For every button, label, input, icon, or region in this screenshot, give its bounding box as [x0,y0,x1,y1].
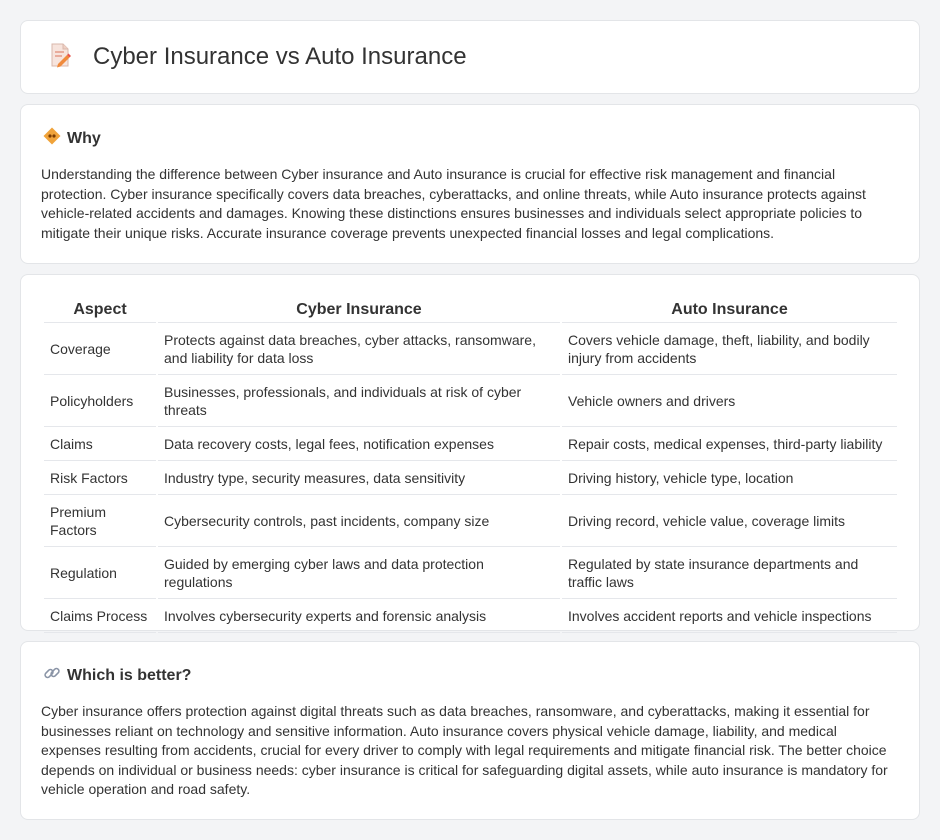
aspect-cell: Premium Factors [44,497,156,547]
cyber-cell: Protects against data breaches, cyber at… [158,325,560,375]
aspect-cell: Regulation [44,549,156,599]
aspect-cell: Risk Factors [44,463,156,495]
cyber-cell: Cybersecurity controls, past incidents, … [158,497,560,547]
table-row: Risk Factors Industry type, security mea… [44,463,897,495]
aspect-cell: Claims Process [44,601,156,633]
column-header-auto: Auto Insurance [562,297,897,323]
auto-cell: Driving history, vehicle type, location [562,463,897,495]
auto-cell: Repair costs, medical expenses, third-pa… [562,429,897,461]
diamond-sign-icon [43,127,67,150]
table-row: Regulation Guided by emerging cyber laws… [44,549,897,599]
cyber-cell: Guided by emerging cyber laws and data p… [158,549,560,599]
auto-cell: Covers vehicle damage, theft, liability,… [562,325,897,375]
column-header-aspect: Aspect [44,297,156,323]
which-is-better-heading: Which is better? [67,666,192,684]
table-header-row: Aspect Cyber Insurance Auto Insurance [44,297,897,323]
aspect-cell: Coverage [44,325,156,375]
table-row: Premium Factors Cybersecurity controls, … [44,497,897,547]
link-icon [43,664,67,687]
comparison-table: Aspect Cyber Insurance Auto Insurance Co… [42,295,899,635]
why-text: Understanding the difference between Cyb… [41,166,866,241]
header-card: Cyber Insurance vs Auto Insurance [20,20,920,94]
why-heading: Why [67,129,101,147]
auto-cell: Driving record, vehicle value, coverage … [562,497,897,547]
table-row: Claims Data recovery costs, legal fees, … [44,429,897,461]
auto-cell: Vehicle owners and drivers [562,377,897,427]
which-is-better-text: Cyber insurance offers protection agains… [41,703,888,797]
aspect-cell: Policyholders [44,377,156,427]
cyber-cell: Industry type, security measures, data s… [158,463,560,495]
document-pencil-icon [47,42,93,73]
cyber-cell: Data recovery costs, legal fees, notific… [158,429,560,461]
cyber-cell: Businesses, professionals, and individua… [158,377,560,427]
comparison-table-card: Aspect Cyber Insurance Auto Insurance Co… [20,274,920,633]
auto-cell: Involves accident reports and vehicle in… [562,601,897,633]
page-title: Cyber Insurance vs Auto Insurance [93,43,467,70]
why-section: Why Understanding the difference between… [20,104,920,264]
table-row: Coverage Protects against data breaches,… [44,325,897,375]
table-row: Policyholders Businesses, professionals,… [44,377,897,427]
auto-cell: Regulated by state insurance departments… [562,549,897,599]
which-is-better-section: Which is better? Cyber insurance offers … [20,641,920,820]
aspect-cell: Claims [44,429,156,461]
cyber-cell: Involves cybersecurity experts and foren… [158,601,560,633]
table-row: Claims Process Involves cybersecurity ex… [44,601,897,633]
column-header-cyber: Cyber Insurance [158,297,560,323]
